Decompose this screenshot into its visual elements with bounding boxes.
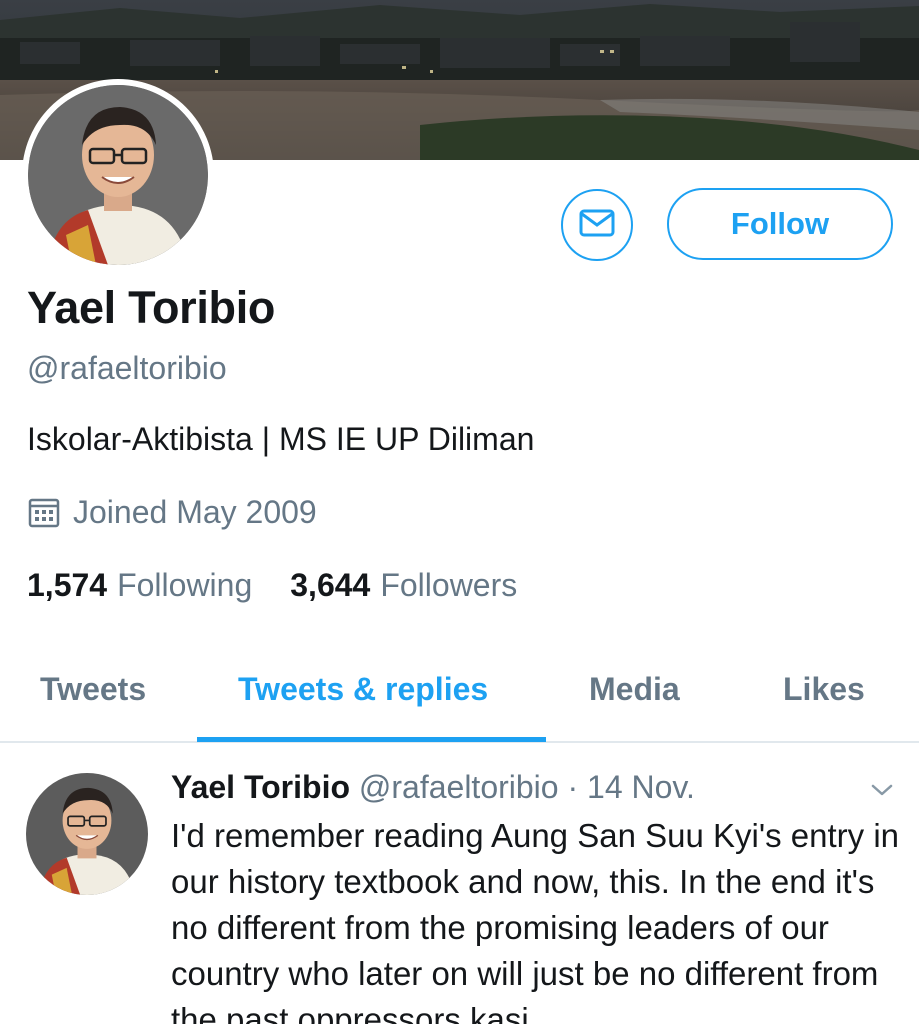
joined-label: Joined May 2009: [73, 494, 317, 530]
tweet-text: I'd remember reading Aung San Suu Kyi's …: [171, 817, 899, 1024]
tweet-author-name[interactable]: Yael Toribio: [171, 769, 350, 805]
profile-handle: @rafaeltoribio: [27, 350, 227, 386]
active-tab-indicator: [197, 737, 546, 742]
calendar-icon: [27, 496, 61, 530]
joined-date: Joined May 2009: [27, 494, 317, 531]
followers-count: 3,644: [290, 567, 371, 603]
tweet-separator: ·: [567, 769, 579, 805]
following-count: 1,574: [27, 567, 108, 603]
profile-bio: Iskolar-Aktibista | MS IE UP Diliman: [27, 421, 535, 457]
tweet-date[interactable]: 14 Nov.: [587, 769, 695, 805]
tab-likes[interactable]: Likes: [783, 671, 865, 708]
tweet-avatar[interactable]: [26, 773, 148, 895]
profile-name: Yael Toribio: [27, 282, 276, 333]
profile-stats: 1,574 Following 3,644 Followers: [27, 567, 517, 604]
followers-link[interactable]: 3,644 Followers: [290, 567, 517, 604]
following-label: Following: [117, 567, 253, 603]
message-button[interactable]: [561, 189, 633, 261]
profile-tabs: Tweets Tweets & replies Media Likes: [0, 655, 919, 743]
follow-button[interactable]: Follow: [667, 188, 893, 260]
followers-label: Followers: [380, 567, 518, 603]
profile-avatar[interactable]: [22, 79, 214, 271]
envelope-icon: [579, 209, 615, 242]
tab-media[interactable]: Media: [589, 671, 680, 708]
tab-tweets-and-replies[interactable]: Tweets & replies: [238, 671, 488, 708]
following-link[interactable]: 1,574 Following: [27, 567, 252, 604]
chevron-down-icon[interactable]: [868, 778, 896, 802]
tab-tweets[interactable]: Tweets: [40, 671, 146, 708]
tweet-author-handle[interactable]: @rafaeltoribio: [359, 769, 559, 805]
tweet-header: Yael Toribio @rafaeltoribio · 14 Nov.: [171, 769, 695, 806]
